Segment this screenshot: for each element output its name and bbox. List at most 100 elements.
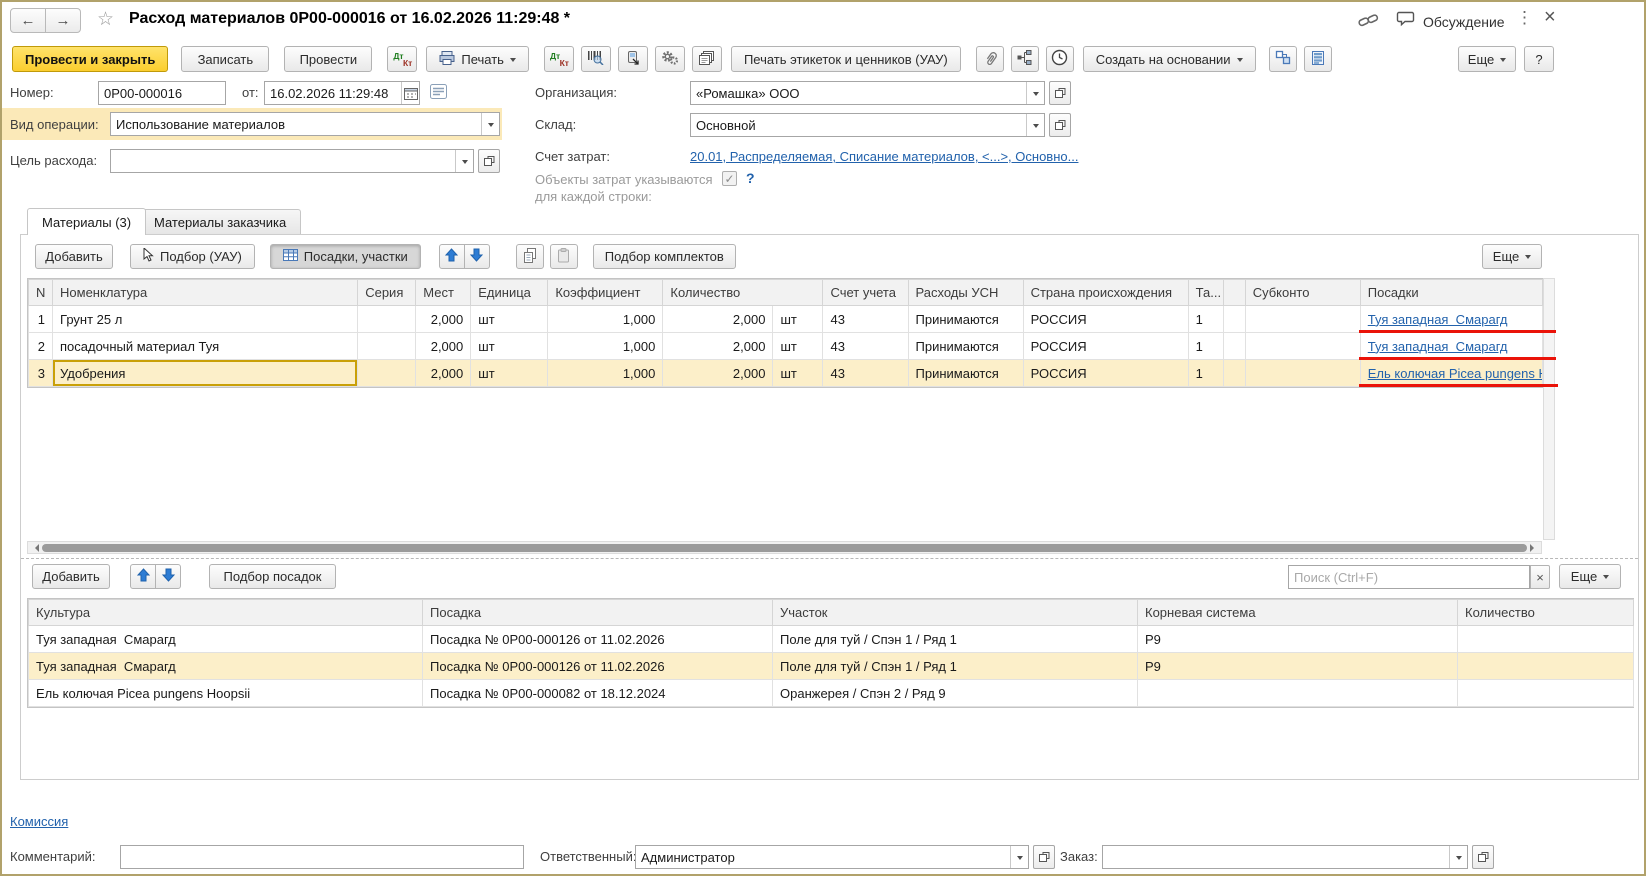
cell-coefficient[interactable]: 1,000 [548,360,663,387]
cell-plantings[interactable]: Туя западная Смарагд [1360,333,1542,360]
purpose-open-button[interactable] [478,149,500,173]
back-button[interactable]: ← [10,8,46,33]
cell-planting[interactable]: Посадка № 0Р00-000126 от 11.02.2026 [423,653,773,680]
cell-subconto[interactable] [1245,360,1360,387]
col-header-usn[interactable]: Расходы УСН [908,280,1023,306]
organization-open-button[interactable] [1049,81,1071,105]
cell-unit[interactable]: шт [471,360,548,387]
materials-add-button[interactable]: Добавить [35,244,113,269]
open-list-icon[interactable] [430,84,447,104]
cell-series[interactable] [358,333,416,360]
operation-combobox[interactable]: Использование материалов [110,112,500,136]
window-menu-icon[interactable]: ⋮ [1516,8,1533,28]
cell-plot[interactable]: Поле для туй / Спэн 1 / Ряд 1 [773,626,1138,653]
form-more-button[interactable]: Еще [1458,46,1516,72]
cell-nomenclature[interactable]: посадочный материал Туя [53,333,358,360]
dtkt-report-button[interactable]: ДтКт [544,46,574,72]
cell-coefficient[interactable]: 1,000 [548,306,663,333]
cell-series[interactable] [358,306,416,333]
scrollbar-thumb[interactable] [42,544,1527,552]
col-header-account[interactable]: Счет учета [823,280,908,306]
cell-root-system[interactable] [1138,680,1458,707]
dropdown-button[interactable] [481,113,499,135]
dropdown-button[interactable] [1026,114,1044,136]
subordination-structure-button[interactable] [1011,46,1039,72]
col-header-planting[interactable]: Посадка [423,600,773,626]
col-header-culture[interactable]: Культура [29,600,423,626]
dropdown-button[interactable] [1026,82,1044,104]
col-header-plantings[interactable]: Посадки [1360,280,1542,306]
data-terminal-button[interactable] [618,46,648,72]
cell-nomenclature[interactable]: Грунт 25 л [53,306,358,333]
cell-culture-active[interactable]: Туя западная Смарагд [29,653,423,680]
col-header-root-system[interactable]: Корневая система [1138,600,1458,626]
service-settings-button[interactable] [655,46,685,72]
col-header-n[interactable]: N [29,280,53,306]
create-based-on-button[interactable]: Создать на основании [1083,46,1256,72]
discussion-button[interactable]: Обсуждение [1396,11,1505,33]
cell-planting[interactable]: Посадка № 0Р00-000082 от 18.12.2024 [423,680,773,707]
help-button[interactable]: ? [1524,46,1554,72]
cell-root-system[interactable]: Р9 [1138,626,1458,653]
cell-places[interactable]: 2,000 [416,306,471,333]
cell-n[interactable]: 2 [29,333,53,360]
cell-unit[interactable]: шт [471,306,548,333]
cell-coefficient[interactable]: 1,000 [548,333,663,360]
history-button[interactable] [1046,46,1074,72]
order-combobox[interactable] [1102,845,1468,869]
barcode-scan-button[interactable] [581,46,611,72]
dtkt-postings-button[interactable]: ДтКт [387,46,417,72]
search-clear-button[interactable]: × [1530,565,1550,589]
cell-quantity[interactable] [1458,653,1634,680]
col-header-places[interactable]: Мест [416,280,471,306]
date-field[interactable]: 16.02.2026 11:29:48 [264,81,420,105]
cell-culture[interactable]: Туя западная Смарагд [29,626,423,653]
document-register-button[interactable] [1304,46,1332,72]
close-icon[interactable]: × [1544,6,1556,29]
cell-quantity[interactable]: 2,000 [663,306,773,333]
purpose-combobox[interactable] [110,149,474,173]
cell-plantings[interactable]: Ель колючая Picea pungens Hoopsii [1360,360,1542,387]
cell-unit[interactable]: шт [471,333,548,360]
move-row-down-button[interactable] [464,244,490,269]
cell-planting[interactable]: Посадка № 0Р00-000126 от 11.02.2026 [423,626,773,653]
col-header-quantity[interactable]: Количество [663,280,823,306]
cell-series[interactable] [358,360,416,387]
dropdown-button[interactable] [1449,846,1467,868]
col-header-coefficient[interactable]: Коэффициент [548,280,663,306]
cell-plot[interactable]: Поле для туй / Спэн 1 / Ряд 1 [773,653,1138,680]
plantings-link[interactable]: Ель колючая Picea pungens Hoopsii [1368,366,1543,381]
pick-kits-button[interactable]: Подбор комплектов [593,244,736,269]
plantings-add-button[interactable]: Добавить [32,564,110,589]
order-open-button[interactable] [1472,845,1494,869]
move-row-down-button[interactable] [155,564,181,589]
post-button[interactable]: Провести [284,46,372,72]
cell-qty-unit[interactable]: шт [773,360,823,387]
cell-qty-unit[interactable]: шт [773,306,823,333]
warehouse-combobox[interactable]: Основной [690,113,1045,137]
cell-qty-unit[interactable]: шт [773,333,823,360]
paste-rows-button[interactable] [550,244,578,269]
organization-combobox[interactable]: «Ромашка» ООО [690,81,1045,105]
search-input[interactable]: Поиск (Ctrl+F) [1288,565,1530,589]
col-header-plot[interactable]: Участок [773,600,1138,626]
plantings-link[interactable]: Туя западная Смарагд [1368,312,1508,327]
cell-ta[interactable]: 1 [1188,306,1223,333]
print-labels-button[interactable]: Печать этикеток и ценников (УАУ) [731,46,961,72]
cell-country[interactable]: РОССИЯ [1023,360,1188,387]
col-header-series[interactable]: Серия [358,280,416,306]
cell-places[interactable]: 2,000 [416,360,471,387]
cell-ta[interactable]: 1 [1188,360,1223,387]
tab-customer-materials[interactable]: Материалы заказчика [139,209,301,234]
cell-places[interactable]: 2,000 [416,333,471,360]
cell-quantity[interactable] [1458,680,1634,707]
tab-materials[interactable]: Материалы (3) [27,208,146,235]
cost-account-link[interactable]: 20.01, Распределяемая, Списание материал… [690,149,1078,164]
cell-quantity[interactable] [1458,626,1634,653]
cell-culture[interactable]: Ель колючая Picea pungens Hoopsii [29,680,423,707]
col-header-nomenclature[interactable]: Номенклатура [53,280,358,306]
col-header-ta[interactable]: Та... [1188,280,1223,306]
warehouse-open-button[interactable] [1049,113,1071,137]
cell-country[interactable]: РОССИЯ [1023,306,1188,333]
scroll-right-icon[interactable] [1530,544,1538,552]
